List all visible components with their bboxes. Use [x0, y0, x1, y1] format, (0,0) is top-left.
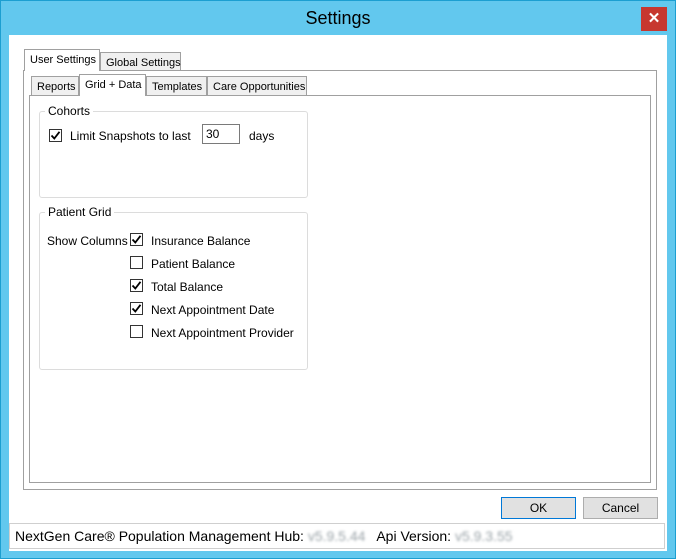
tab-user-settings[interactable]: User Settings [24, 49, 100, 71]
tab-label: Templates [152, 81, 203, 93]
total-balance-checkbox[interactable] [130, 279, 143, 292]
insurance-balance-label: Insurance Balance [151, 234, 251, 248]
settings-window: Settings ✕ User Settings Global Settings… [0, 0, 676, 559]
patient-balance-label: Patient Balance [151, 257, 236, 271]
next-appointment-date-checkbox[interactable] [130, 302, 143, 315]
total-balance-label: Total Balance [151, 280, 224, 294]
check-mark-icon [50, 131, 61, 140]
insurance-balance-checkbox[interactable] [130, 233, 143, 246]
next-appointment-date-label: Next Appointment Date [151, 303, 275, 317]
patient-grid-group: Patient Grid Show Columns Insurance Bala… [39, 205, 308, 370]
ok-button[interactable]: OK [501, 497, 576, 519]
tab-label: User Settings [30, 54, 97, 66]
tab-grid-data[interactable]: Grid + Data [79, 74, 146, 96]
cohorts-group: Cohorts Limit Snapshots to last 30 days [39, 104, 308, 198]
next-appointment-provider-label: Next Appointment Provider [151, 326, 294, 340]
tab-label: Global Settings [106, 57, 181, 69]
tab-label: Grid + Data [85, 79, 142, 91]
title-bar[interactable]: Settings ✕ [1, 1, 675, 35]
patient-balance-checkbox[interactable] [130, 256, 143, 269]
close-button[interactable]: ✕ [641, 7, 667, 31]
tab-label: Care Opportunities [213, 81, 306, 93]
tab-templates[interactable]: Templates [146, 76, 207, 96]
close-icon: ✕ [647, 10, 661, 27]
hub-version-value: v5.9.5.44 [307, 528, 366, 544]
cohorts-title: Cohorts [45, 104, 94, 118]
check-mark-icon [131, 235, 142, 244]
cancel-button[interactable]: Cancel [583, 497, 658, 519]
client-area: User Settings Global Settings Reports Gr… [9, 35, 667, 551]
hub-version-label: NextGen Care® Population Management Hub: [15, 528, 304, 544]
next-appointment-provider-checkbox[interactable] [130, 325, 143, 338]
status-bar: NextGen Care® Population Management Hub:… [9, 523, 665, 549]
window-title: Settings [305, 8, 371, 28]
api-version-value: v5.9.3.55 [454, 528, 513, 544]
patient-grid-title: Patient Grid [45, 205, 115, 219]
limit-snapshots-label: Limit Snapshots to last [70, 129, 191, 143]
tab-reports[interactable]: Reports [31, 76, 79, 96]
grid-data-panel: Cohorts Limit Snapshots to last 30 days … [29, 95, 651, 483]
tab-care-opportunities[interactable]: Care Opportunities [207, 76, 307, 96]
check-mark-icon [131, 304, 142, 313]
check-mark-icon [131, 281, 142, 290]
show-columns-label: Show Columns [47, 234, 128, 248]
api-version-label: Api Version: [376, 528, 452, 544]
tab-global-settings[interactable]: Global Settings [100, 52, 181, 72]
limit-snapshots-checkbox[interactable] [49, 129, 62, 142]
days-label: days [249, 129, 275, 143]
tab-label: Reports [37, 81, 76, 93]
snapshot-days-input[interactable]: 30 [202, 124, 240, 144]
